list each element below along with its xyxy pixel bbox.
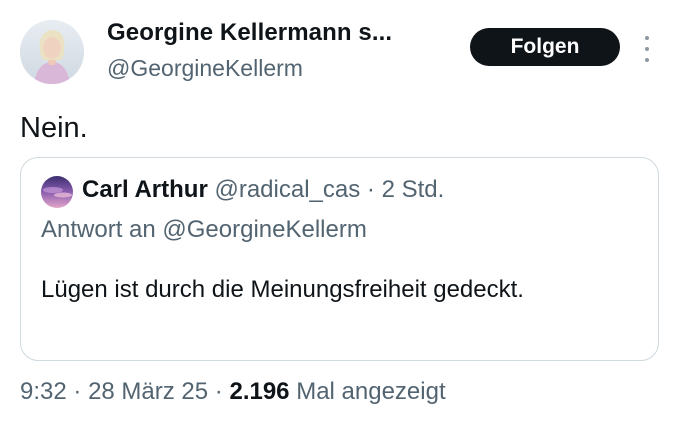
quoted-reply-to: Antwort an @GeorgineKellerm bbox=[41, 216, 367, 243]
tweet-footer: 9:32 · 28 März 25 · 2.196 Mal angezeigt bbox=[20, 378, 446, 406]
views-count: 2.196 bbox=[229, 378, 290, 405]
quoted-text: Lügen ist durch die Meinungsfreiheit ged… bbox=[41, 276, 524, 303]
more-vertical-icon[interactable] bbox=[640, 36, 654, 62]
tweet-time[interactable]: 9:32 bbox=[20, 378, 67, 405]
author-name[interactable]: Georgine Kellermann s... bbox=[107, 19, 392, 47]
author-avatar[interactable] bbox=[20, 20, 84, 84]
quoted-header: Carl Arthur @radical_cas · 2 Std. bbox=[82, 176, 444, 204]
quoted-tweet[interactable]: Carl Arthur @radical_cas · 2 Std. Antwor… bbox=[20, 157, 659, 361]
tweet: Georgine Kellermann s... @GeorgineKeller… bbox=[0, 0, 680, 425]
quoted-author-avatar[interactable] bbox=[41, 176, 73, 208]
tweet-text: Nein. bbox=[20, 112, 88, 144]
views-label: Mal angezeigt bbox=[296, 378, 446, 405]
follow-button[interactable]: Folgen bbox=[470, 28, 620, 66]
quoted-author-handle[interactable]: @radical_cas bbox=[214, 176, 360, 203]
quoted-author-name[interactable]: Carl Arthur bbox=[82, 176, 208, 203]
quoted-separator: · bbox=[366, 176, 375, 203]
author-handle[interactable]: @GeorgineKellerm bbox=[107, 55, 303, 82]
tweet-date[interactable]: 28 März 25 bbox=[88, 378, 208, 405]
quoted-time[interactable]: 2 Std. bbox=[382, 176, 445, 203]
footer-separator: · bbox=[214, 378, 223, 405]
footer-separator: · bbox=[73, 378, 82, 405]
